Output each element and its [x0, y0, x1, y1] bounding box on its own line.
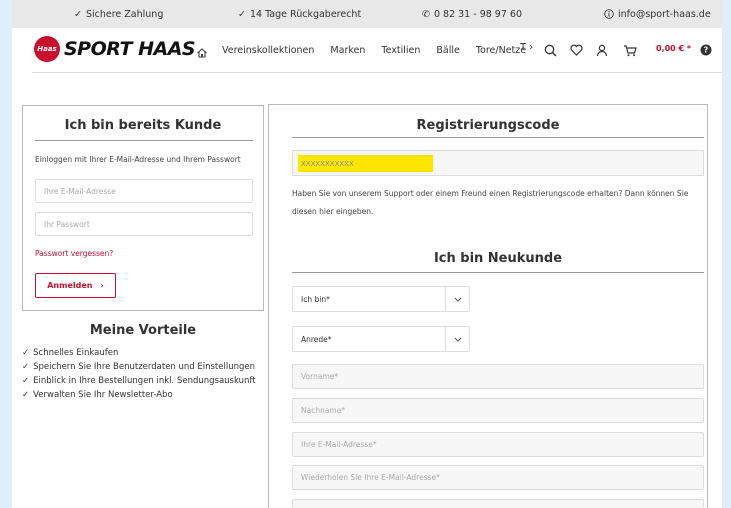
svg-text:?: ? [704, 46, 709, 55]
login-hint: Einloggen mit Ihrer E-Mail-Adresse und I… [35, 155, 241, 164]
lastname-input[interactable]: Nachname* [292, 398, 704, 423]
list-item: ✓ Speichern Sie Ihre Benutzerdaten und Ei… [22, 362, 256, 372]
new-customer-title: Ich bin Neukunde [433, 251, 563, 266]
return-policy-notice: ✓ 14 Tage Rückgaberecht [238, 8, 362, 20]
login-button[interactable]: Anmelden › [35, 273, 116, 298]
main-nav: Vereinskollektionen Marken Textilien Bäl… [222, 28, 542, 72]
chevron-down-icon [445, 327, 469, 351]
nav-item-textilien[interactable]: Textilien [381, 45, 420, 56]
registration-code-input[interactable]: XXXXXXXXXXX [292, 150, 704, 176]
list-item: ✓ Verwalten Sie Ihr Newsletter-Abo [22, 390, 173, 400]
login-panel: Ich bin bereits Kunde Einloggen mit Ihre… [22, 105, 264, 311]
email-link[interactable]: info@sport-haas.de [604, 0, 711, 28]
nav-item-vereinskollektionen[interactable]: Vereinskollektionen [222, 45, 314, 56]
check-icon: ✓ [22, 390, 30, 400]
title-underline [292, 137, 704, 138]
login-button-label: Anmelden [47, 281, 93, 290]
check-icon: ✓ [22, 348, 30, 358]
check-icon: ✓ [22, 362, 30, 372]
help-icon[interactable]: ? [698, 42, 714, 58]
login-title: Ich bin bereits Kunde [64, 118, 222, 133]
nav-item-baelle[interactable]: Bälle [436, 45, 459, 56]
login-password-input[interactable]: Ihr Passwort [35, 212, 253, 236]
next-input[interactable] [292, 499, 704, 508]
info-icon [604, 9, 614, 19]
customer-type-select[interactable]: Ich bin* [292, 286, 470, 312]
registration-code-title: Registrierungscode [416, 118, 560, 133]
nav-more-button[interactable]: T › [520, 42, 533, 53]
salutation-select[interactable]: Anrede* [292, 326, 470, 352]
firstname-input[interactable]: Vorname* [292, 364, 704, 389]
title-underline [292, 272, 704, 273]
site-header: Haas SPORT HAAS Vereinskollektionen Mark… [12, 28, 722, 72]
email-repeat-input[interactable]: Wiederholen Sie Ihre E-Mail-Adresse* [292, 465, 704, 490]
logo-text: SPORT HAAS [64, 38, 196, 60]
heart-icon[interactable] [568, 42, 584, 58]
benefits-list: ✓ Schnelles Einkaufen ✓ Speichern Sie Ihre… [22, 346, 256, 402]
chevron-right-icon: › [100, 281, 104, 290]
forgot-password-link[interactable]: Passwort vergessen? [35, 249, 113, 258]
phone-icon: ✆ [422, 8, 430, 20]
title-underline [35, 140, 253, 141]
chevron-down-icon [445, 287, 469, 311]
check-icon: ✓ [22, 376, 30, 386]
nav-item-marken[interactable]: Marken [330, 45, 365, 56]
cart-icon[interactable] [622, 42, 638, 58]
benefits-title: Meine Vorteile [89, 323, 197, 338]
secure-payment-notice: ✓ Sichere Zahlung [74, 8, 164, 20]
account-icon[interactable] [594, 42, 610, 58]
logo[interactable]: Haas SPORT HAAS [34, 36, 196, 62]
home-icon[interactable] [196, 44, 208, 63]
nav-item-tore-netze[interactable]: Tore/Netze [476, 45, 526, 56]
logo-badge: Haas [34, 36, 60, 62]
top-bar: ✓ Sichere Zahlung ✓ 14 Tage Rückgaberech… [12, 0, 722, 28]
list-item: ✓ Schnelles Einkaufen [22, 348, 119, 358]
registration-code-hint: Haben Sie von unserem Support oder einem… [292, 189, 689, 216]
header-divider [32, 72, 722, 73]
registration-code-value: XXXXXXXXXXX [298, 155, 433, 172]
login-email-input[interactable]: Ihre E-Mail-Adresse [35, 179, 253, 203]
list-item: ✓ Einblick in Ihre Bestellungen inkl. Sen… [22, 376, 256, 386]
cart-price[interactable]: 0,00 € * [656, 44, 691, 53]
search-icon[interactable] [542, 42, 558, 58]
check-icon: ✓ [74, 8, 82, 20]
email-input[interactable]: Ihre E-Mail-Adresse* [292, 432, 704, 457]
phone-link[interactable]: ✆ 0 82 31 - 98 97 60 [422, 0, 522, 28]
check-icon: ✓ [238, 8, 246, 20]
